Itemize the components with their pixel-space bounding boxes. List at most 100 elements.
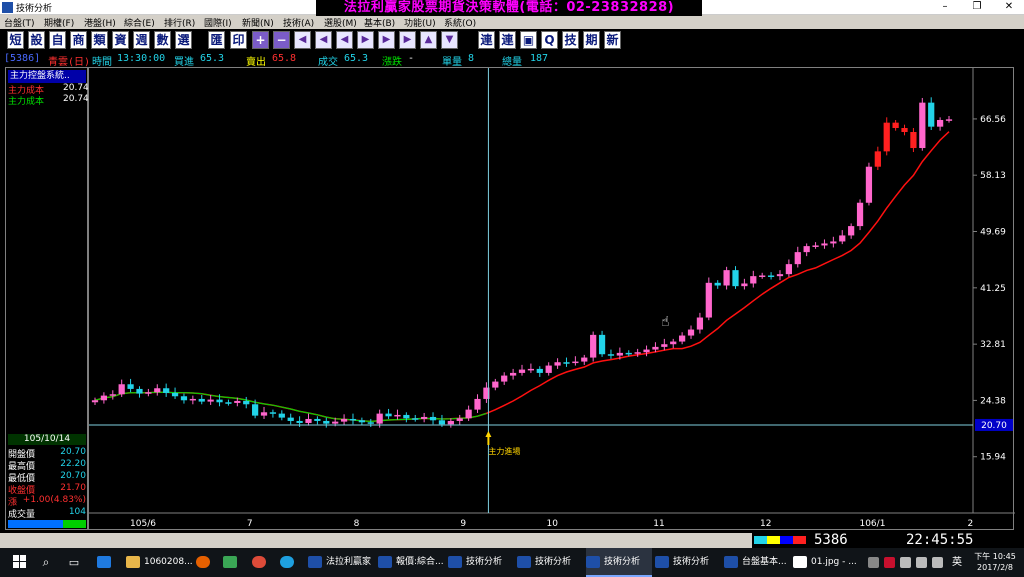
toolbar-custom-button[interactable]: 自 — [49, 31, 66, 49]
volume-label: 成交量 — [8, 510, 36, 520]
candle-body — [696, 317, 704, 330]
candle-body — [545, 365, 552, 373]
scroll-down-button[interactable]: ▼ — [441, 31, 458, 49]
candle-body — [590, 334, 597, 358]
candle-body — [634, 352, 641, 354]
edge-icon[interactable] — [97, 548, 117, 577]
candle-body — [305, 418, 312, 423]
menu-item-hk[interactable]: 港盤(H) — [84, 16, 116, 29]
candle-body — [794, 252, 801, 265]
candle-body — [919, 102, 926, 149]
toolbar-futures-button[interactable]: 期 — [583, 31, 600, 49]
toolbar-data-button[interactable]: 資 — [112, 31, 129, 49]
toolbar-window-button[interactable]: ▣ — [520, 31, 537, 49]
toolbar-number-button[interactable]: 數 — [154, 31, 171, 49]
change-value: - — [408, 53, 415, 64]
menu-item-composite[interactable]: 綜合(E) — [124, 16, 155, 29]
toolbar-category-button[interactable]: 類 — [91, 31, 108, 49]
toolbar-period-button[interactable]: 週 — [133, 31, 150, 49]
green-app-icon[interactable] — [223, 548, 243, 577]
toolbar-print-button[interactable]: 印 — [230, 31, 247, 49]
start-button[interactable] — [8, 548, 32, 577]
toolbar-search-button[interactable]: Q — [541, 31, 558, 49]
close-button[interactable]: ✕ — [994, 0, 1024, 15]
menu-item-international[interactable]: 國際(I) — [204, 16, 232, 29]
taskbar-item-image[interactable]: 01.jpg - ... — [793, 548, 857, 577]
chrome-icon[interactable] — [252, 548, 272, 577]
toolbar-link2-button[interactable]: 連 — [499, 31, 516, 49]
taskbar-item-folder[interactable]: 1060208... — [126, 548, 193, 577]
task-view-icon[interactable]: ▭ — [66, 548, 82, 577]
toolbar-new-button[interactable]: 新 — [604, 31, 621, 49]
volume-icon[interactable] — [916, 557, 927, 568]
ime-indicator[interactable]: 英 — [952, 548, 966, 577]
app-icon — [655, 555, 669, 568]
candle-body — [100, 395, 108, 401]
candle-body — [358, 420, 365, 423]
scroll-left-fast-button[interactable]: ◀ — [315, 31, 332, 49]
toolbar-tech-button[interactable]: 技 — [562, 31, 579, 49]
tray-shield-icon[interactable] — [884, 557, 895, 568]
candle-body — [572, 361, 579, 364]
candle-body — [447, 420, 454, 425]
toolbar-link-button[interactable]: 連 — [478, 31, 495, 49]
menu-item-screening[interactable]: 選股(M) — [324, 16, 357, 29]
taskbar-item-quote[interactable]: 報價:綜合... — [378, 548, 444, 577]
search-icon[interactable]: ⌕ — [38, 548, 54, 577]
taskbar: ⌕ ▭ 1060208... 法拉利贏家 報價:綜合... 技術分析 技術分析 … — [0, 548, 1024, 577]
zoom-out-button[interactable]: − — [273, 31, 290, 49]
tray-chevron-icon[interactable] — [868, 557, 879, 568]
candle-body — [776, 274, 784, 277]
stock-code: [5386] — [4, 53, 41, 64]
zoom-in-button[interactable]: + — [252, 31, 269, 49]
toolbar-select-button[interactable]: 選 — [175, 31, 192, 49]
toolbar-short-button[interactable]: 短 — [7, 31, 24, 49]
menu-bar: 台盤(T) 期權(F) 港盤(H) 綜合(E) 排行(R) 國際(I) 新聞(N… — [0, 15, 1024, 29]
candle-body — [474, 398, 481, 410]
scroll-left-button[interactable]: ◀ — [336, 31, 353, 49]
menu-item-ranking[interactable]: 排行(R) — [164, 16, 195, 29]
menu-item-fundamental[interactable]: 基本(B) — [364, 16, 395, 29]
toolbar-export-button[interactable]: 匯 — [208, 31, 225, 49]
menu-item-technical[interactable]: 技術(A) — [283, 16, 314, 29]
candle-body — [554, 362, 561, 366]
change-row-value: +1.00(4.83%) — [22, 495, 86, 505]
taskbar-item-tech-1[interactable]: 技術分析 — [448, 548, 514, 577]
menu-item-function[interactable]: 功能(U) — [404, 16, 436, 29]
scroll-up-button[interactable]: ▲ — [420, 31, 437, 49]
candle-body — [812, 245, 819, 247]
scroll-right-button[interactable]: ▶ — [357, 31, 374, 49]
taskbar-item-tech-3[interactable]: 技術分析 — [586, 548, 652, 577]
menu-item-taipan[interactable]: 台盤(T) — [4, 16, 35, 29]
network-icon[interactable] — [900, 557, 911, 568]
candle-body — [928, 102, 935, 127]
firefox-icon[interactable] — [196, 548, 216, 577]
taskbar-item-tech-2[interactable]: 技術分析 — [517, 548, 583, 577]
menu-item-system[interactable]: 系統(O) — [444, 16, 476, 29]
deal-label: 成交 — [318, 57, 338, 68]
candle-body — [394, 414, 401, 417]
volume-bar-blue — [8, 520, 63, 528]
ie-icon[interactable] — [280, 548, 300, 577]
taskbar-item-tech-4[interactable]: 技術分析 — [655, 548, 721, 577]
scroll-first-button[interactable]: ◀ — [294, 31, 311, 49]
taskbar-item-basic[interactable]: 台盤基本... — [724, 548, 790, 577]
candle-body — [679, 335, 686, 342]
menu-item-news[interactable]: 新聞(N) — [242, 16, 274, 29]
toolbar-product-button[interactable]: 商 — [70, 31, 87, 49]
candle-body — [403, 414, 410, 419]
taskbar-item-ferrari[interactable]: 法拉利贏家 — [308, 548, 374, 577]
minimize-button[interactable]: – — [930, 0, 960, 15]
candlestick-chart[interactable]: 66.56 58.13 49.69 41.25 32.81 24.38 15.94 105/6… — [88, 67, 1015, 530]
battery-icon[interactable] — [932, 557, 943, 568]
scroll-last-button[interactable]: ▶ — [399, 31, 416, 49]
scroll-right-fast-button[interactable]: ▶ — [378, 31, 395, 49]
quote-info-bar: [5386] 青雲(日) 時間 13:30:00 買進 65.3 賣出 65.8… — [4, 53, 1014, 68]
toolbar-settings-button[interactable]: 設 — [28, 31, 45, 49]
indicator-selector[interactable]: 主力控盤系統.. — [8, 70, 86, 83]
restore-button[interactable]: ❐ — [962, 0, 992, 15]
menu-item-futures[interactable]: 期權(F) — [44, 16, 74, 29]
taskbar-clock[interactable]: 下午 10:45 2017/2/8 — [970, 548, 1020, 577]
candle-body — [438, 420, 446, 425]
candle-body — [234, 400, 241, 403]
